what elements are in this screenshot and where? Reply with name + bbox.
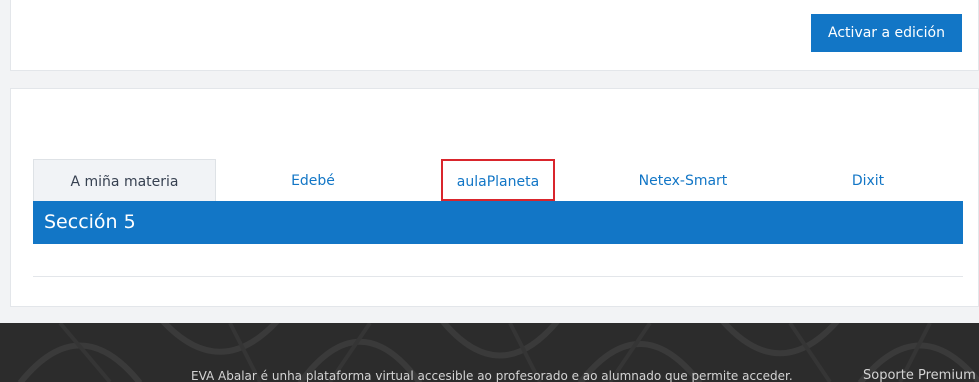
section-header: Sección 5 bbox=[33, 201, 963, 244]
course-tabs: A miña materia Edebé aulaPlaneta Netex-S… bbox=[33, 159, 963, 201]
tab-dixit[interactable]: Dixit bbox=[813, 159, 923, 201]
section-divider bbox=[33, 276, 963, 277]
tab-edebe[interactable]: Edebé bbox=[258, 159, 368, 201]
tab-netex-smart[interactable]: Netex-Smart bbox=[618, 159, 748, 201]
tab-a-mina-materia[interactable]: A miña materia bbox=[33, 159, 216, 201]
tab-aulaplaneta[interactable]: aulaPlaneta bbox=[441, 159, 555, 201]
activar-edicion-button[interactable]: Activar a edición bbox=[811, 14, 962, 52]
footer-support-link[interactable]: Soporte Premium bbox=[863, 368, 976, 382]
footer-description: EVA Abalar é unha plataforma virtual acc… bbox=[191, 369, 793, 382]
footer: EVA Abalar é unha plataforma virtual acc… bbox=[0, 323, 979, 382]
